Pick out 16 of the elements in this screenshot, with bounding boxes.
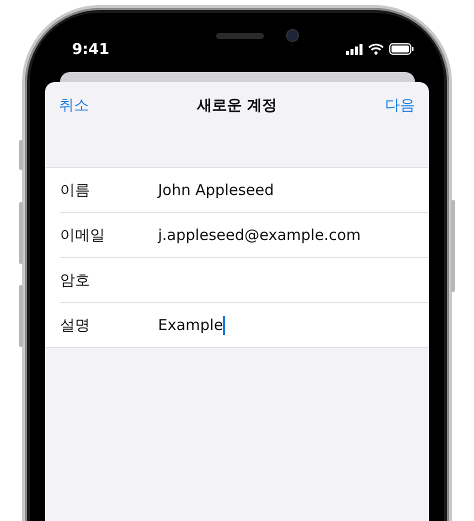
camera-dot — [286, 29, 298, 42]
wifi-icon — [368, 43, 384, 55]
field-label: 설명 — [60, 316, 91, 334]
next-button[interactable]: 다음 — [384, 96, 415, 115]
signal-icon — [346, 44, 363, 54]
field-value[interactable]: Example — [158, 316, 224, 334]
field-label: 이름 — [60, 180, 91, 200]
field-value[interactable]: John Appleseed — [158, 181, 274, 199]
status-time: 9:41 — [72, 40, 110, 58]
cancel-button[interactable]: 취소 — [59, 96, 89, 115]
field-label: 이메일 — [60, 226, 106, 244]
speaker-grille — [216, 32, 264, 38]
battery-icon — [389, 43, 414, 55]
field-value[interactable]: j.appleseed@example.com — [158, 226, 361, 244]
field-label: 암호 — [60, 270, 91, 290]
sheet-title: 새로운 계정 — [196, 96, 278, 115]
